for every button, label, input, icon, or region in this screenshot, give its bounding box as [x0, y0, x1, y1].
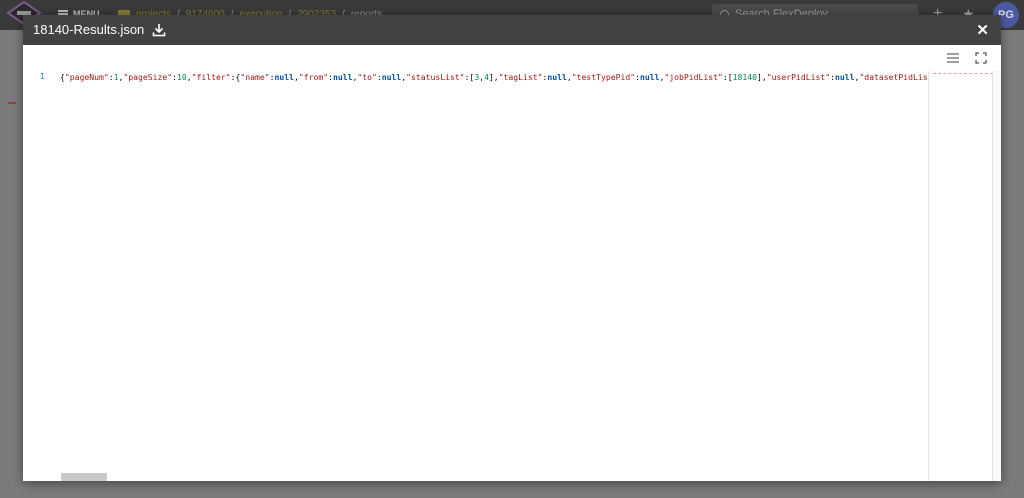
download-icon[interactable] — [152, 23, 166, 37]
list-menu-icon[interactable] — [947, 52, 959, 64]
code-editor[interactable]: 1 {"pageNum":1,"pageSize":10,"filter":{"… — [23, 45, 1001, 481]
code-token: "statusList" — [406, 72, 465, 82]
fullscreen-icon[interactable] — [975, 52, 987, 64]
code-token: null — [547, 72, 567, 82]
code-token: "pageSize" — [123, 72, 173, 82]
code-token: "jobPidList" — [664, 72, 723, 82]
editor-toolbar — [947, 45, 1001, 71]
code-line[interactable]: {"pageNum":1,"pageSize":10,"filter":{"na… — [60, 71, 928, 83]
json-viewer-dialog: 18140-Results.json ✕ 1 {"pageNum":1,"pag… — [23, 15, 1001, 481]
code-token: null — [381, 72, 402, 82]
code-token: null — [640, 72, 660, 82]
code-token: "userPidList" — [766, 72, 831, 82]
code-token: "datasetPidList" — [859, 72, 928, 82]
code-token: "name" — [240, 72, 270, 82]
code-token: "testTypePid" — [571, 72, 636, 82]
code-token: "to" — [357, 72, 377, 82]
horizontal-scrollbar-thumb[interactable] — [61, 473, 107, 481]
code-token: :[ — [464, 72, 475, 82]
vertical-scrollbar[interactable] — [992, 71, 1001, 481]
minimap-line — [933, 73, 993, 74]
minimap[interactable] — [928, 71, 993, 481]
code-token: ], — [757, 72, 767, 82]
code-token: "filter" — [191, 72, 231, 82]
code-token: ], — [488, 72, 499, 82]
code-token: 10 — [176, 72, 187, 82]
code-token: "tagList" — [498, 72, 543, 82]
close-icon[interactable]: ✕ — [976, 21, 989, 39]
line-number: 1 — [40, 72, 45, 81]
dialog-header: 18140-Results.json — [33, 22, 166, 37]
code-token: :{ — [230, 72, 241, 82]
background-accent — [8, 102, 16, 104]
code-token: null — [274, 72, 294, 82]
code-token: null — [835, 72, 855, 82]
code-token: :[ — [722, 72, 733, 82]
dialog-title: 18140-Results.json — [33, 22, 145, 37]
code-token: 18140 — [732, 72, 758, 82]
code-token: "pageNum" — [64, 72, 109, 82]
code-token: null — [332, 72, 353, 82]
code-token: "from" — [298, 72, 329, 82]
